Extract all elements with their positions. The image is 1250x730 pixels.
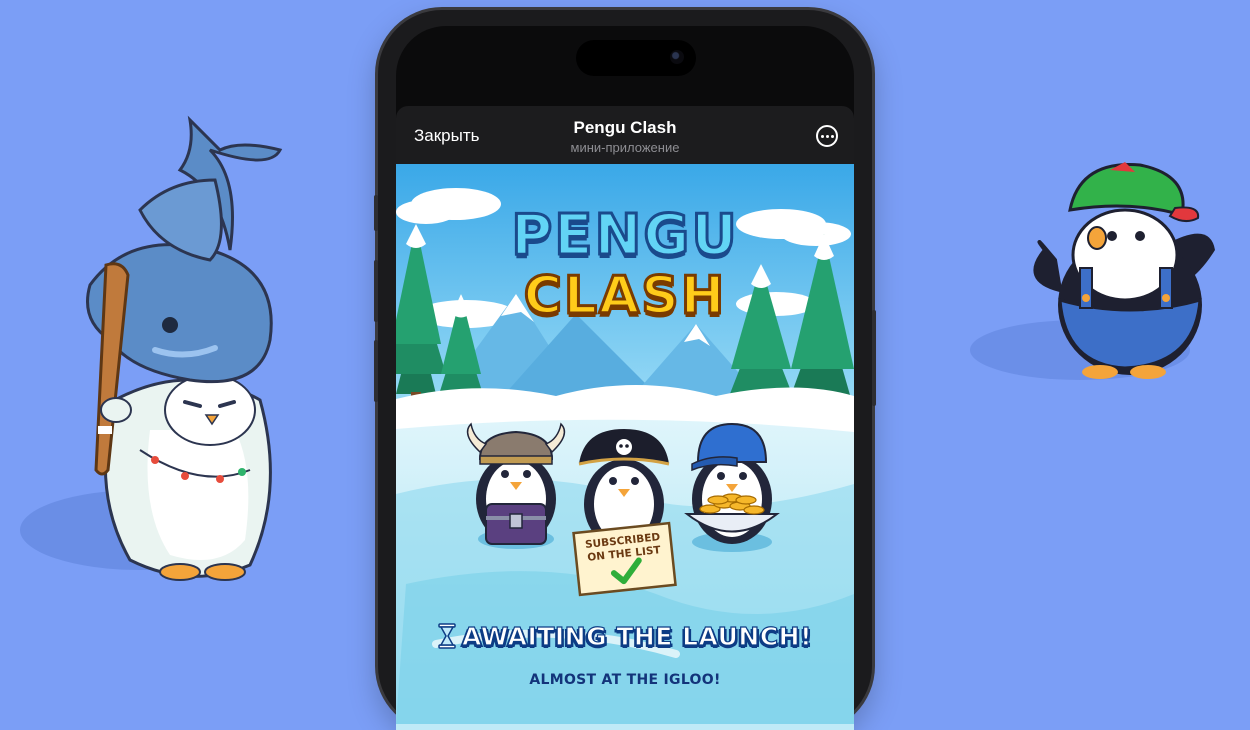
front-camera-icon — [670, 50, 684, 64]
game-logo: PENGU CLASH — [396, 203, 854, 326]
launch-status-text: AWAITING THE LAUNCH! — [461, 621, 812, 651]
phone-side-button — [374, 195, 378, 231]
phone-volume-down-button — [374, 340, 378, 402]
penguin-cap-illustration — [970, 162, 1215, 380]
launch-status-title: AWAITING THE LAUNCH! — [396, 621, 854, 652]
launch-status-subtitle: ALMOST AT THE IGLOO! — [529, 672, 721, 688]
dynamic-island — [576, 40, 696, 76]
miniapp-title: Pengu Clash — [573, 118, 677, 137]
miniapp-header: Закрыть Pengu Clash мини-приложение — [396, 106, 854, 164]
phone-screen: Закрыть Pengu Clash мини-приложение SUBS… — [396, 26, 854, 730]
phone-power-button — [872, 310, 876, 406]
phone-frame: Закрыть Pengu Clash мини-приложение SUBS… — [374, 10, 876, 730]
hourglass-icon — [438, 623, 456, 649]
more-options-icon[interactable] — [816, 125, 838, 147]
game-view[interactable]: SUBSCRIBED ON THE LIST PENGU CLASH AWAIT… — [396, 164, 854, 730]
logo-line-2: CLASH — [522, 266, 727, 326]
logo-line-1: PENGU — [510, 203, 739, 268]
phone-volume-up-button — [374, 260, 378, 322]
miniapp-subtitle: мини-приложение — [570, 140, 680, 155]
penguin-shark-hat-illustration — [20, 115, 283, 581]
